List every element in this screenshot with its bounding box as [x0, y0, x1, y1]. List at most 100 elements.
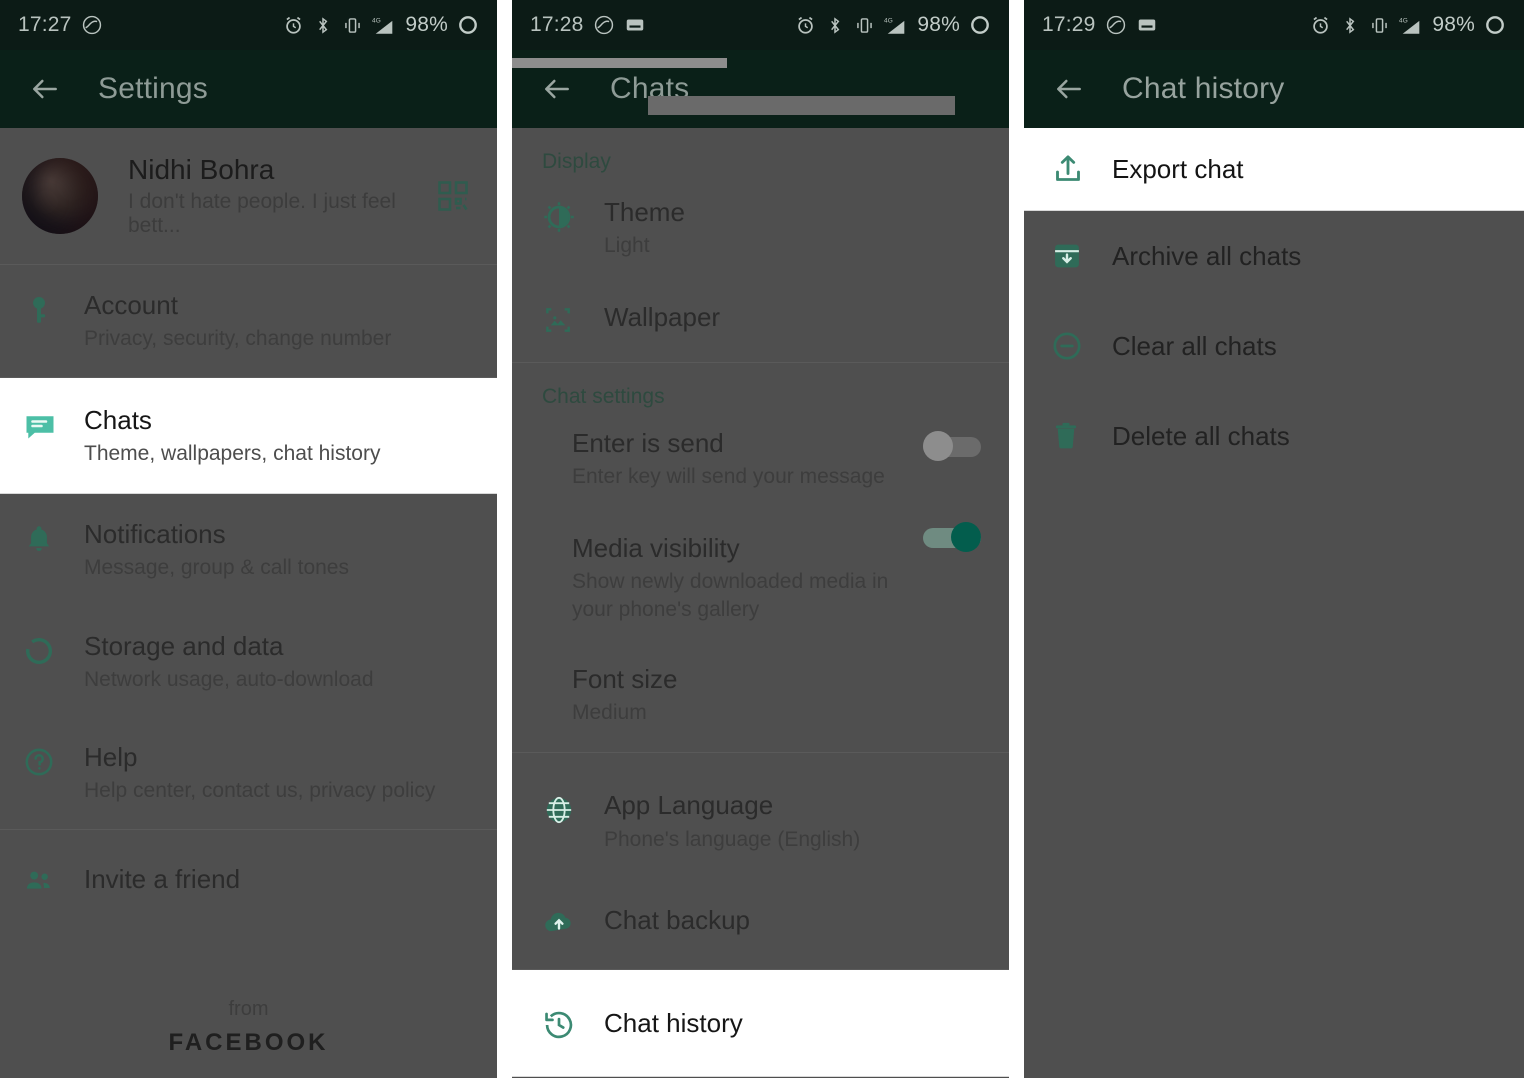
battery-circle-icon [457, 14, 479, 36]
settings-item-invite-a-friend[interactable]: Invite a friend [0, 829, 497, 928]
key-icon [22, 289, 84, 327]
settings-item-notifications[interactable]: Notifications Message, group & call tone… [0, 494, 497, 606]
archive-box-icon [1050, 239, 1112, 273]
svg-text:4G: 4G [372, 17, 381, 24]
menu-item-export-chat[interactable]: Export chat [1024, 128, 1524, 210]
profile-status: I don't hate people. I just feel bett... [128, 190, 396, 237]
section-header-chat-settings: Chat settings [512, 362, 1009, 417]
toggle-knob [923, 430, 953, 461]
menu-item-delete-all-chats[interactable]: Delete all chats [1024, 391, 1524, 481]
settings-item-sub: Help center, contact us, privacy policy [84, 779, 436, 803]
settings-item-title: Help [84, 742, 138, 773]
signal-4g-icon: 4G [884, 15, 908, 36]
bluetooth-icon [313, 15, 333, 36]
settings-item-sub: Theme, wallpapers, chat history [84, 441, 381, 465]
qr-code-icon[interactable] [431, 174, 475, 218]
chats-item-chat-history[interactable]: Chat history [512, 969, 1009, 1076]
menu-item-label: Delete all chats [1112, 420, 1290, 451]
status-bar-right: 4G 98% [283, 13, 479, 37]
wallpaper-image-icon [542, 300, 604, 336]
status-bar-right: 4G 98% [795, 13, 991, 37]
back-arrow-icon[interactable] [534, 66, 580, 112]
vibrate-icon [854, 15, 875, 36]
bell-icon [22, 518, 84, 556]
chats-item-media-visibility[interactable]: Media visibility Show newly downloaded m… [512, 508, 1009, 641]
panel-gap [1009, 0, 1024, 1078]
signal-4g-icon: 4G [1399, 15, 1423, 36]
menu-item-label: Archive all chats [1112, 240, 1302, 271]
footer-brand-label: FACEBOOK [168, 1028, 329, 1056]
chat-history-menu: Export chat Archive all chats Clear all … [1024, 128, 1524, 1078]
three-panel-screenshot: 17:27 4G 98% Settings Nidhi Bohra I don'… [0, 0, 1524, 1078]
trash-icon [1050, 420, 1112, 452]
battery-circle-icon [969, 14, 991, 36]
battery-percent: 98% [405, 13, 448, 36]
bluetooth-icon [1340, 15, 1360, 36]
vibrate-icon [1369, 15, 1390, 36]
minus-circle-icon [1050, 329, 1112, 363]
chat-bubble-icon [22, 404, 84, 444]
profile-row[interactable]: Nidhi Bohra I don't hate people. I just … [0, 128, 497, 264]
chats-item-title: Font size [572, 663, 678, 694]
settings-item-account[interactable]: Account Privacy, security, change number [0, 265, 497, 377]
chats-item-sub: Phone's language (English) [604, 827, 861, 851]
avatar[interactable] [22, 158, 98, 234]
chats-item-sub: Light [604, 234, 650, 258]
menu-item-clear-all-chats[interactable]: Clear all chats [1024, 301, 1524, 391]
settings-item-title: Chats [84, 404, 152, 435]
chats-item-title: Chat history [604, 1007, 743, 1038]
chats-item-title: Media visibility [572, 533, 740, 564]
cloud-upload-icon [542, 901, 604, 939]
page-title: Chat history [1122, 72, 1285, 105]
vibrate-icon [342, 15, 363, 36]
chats-item-enter-is-send[interactable]: Enter is send Enter key will send your m… [512, 416, 1009, 509]
settings-item-sub: Message, group & call tones [84, 556, 349, 580]
settings-item-sub: Network usage, auto-download [84, 667, 374, 691]
svg-text:4G: 4G [1399, 17, 1408, 24]
alarm-icon [283, 15, 304, 36]
chats-item-chat-backup[interactable]: Chat backup [512, 874, 1009, 969]
chats-item-app-language[interactable]: App Language Phone's language (English) [512, 753, 1009, 875]
chats-item-font-size[interactable]: Font size Medium [512, 640, 1009, 753]
toggle-enter-is-send[interactable] [923, 430, 983, 461]
screenshot-icon [624, 14, 646, 36]
chats-item-wallpaper[interactable]: Wallpaper [512, 279, 1009, 362]
settings-item-storage-and-data[interactable]: Storage and data Network usage, auto-dow… [0, 605, 497, 718]
menu-item-label: Export chat [1112, 153, 1244, 184]
section-header-display: Display [512, 128, 1009, 182]
screenshot-icon [1136, 14, 1158, 36]
alarm-icon [795, 15, 816, 36]
status-bar-left: 17:29 [1042, 13, 1158, 37]
menu-item-archive-all-chats[interactable]: Archive all chats [1024, 211, 1524, 301]
people-icon [22, 860, 84, 898]
cloud-sync-icon [1105, 14, 1127, 36]
scroll-indicator-bar [512, 58, 727, 68]
svg-text:4G: 4G [884, 17, 893, 24]
chats-item-sub: Show newly downloaded media in your phon… [572, 570, 889, 621]
settings-item-chats[interactable]: Chats Theme, wallpapers, chat history [0, 377, 497, 494]
footer-from-label: from [228, 997, 269, 1020]
globe-icon [542, 789, 604, 827]
settings-item-title: Notifications [84, 519, 226, 550]
storage-ring-icon [22, 630, 84, 668]
signal-4g-icon: 4G [372, 15, 396, 36]
footer-brand: from FACEBOOK [0, 998, 497, 1057]
chats-item-sub: Medium [572, 701, 647, 725]
battery-circle-icon [1484, 14, 1506, 36]
alarm-icon [1310, 15, 1331, 36]
back-arrow-icon[interactable] [22, 66, 68, 112]
back-arrow-icon[interactable] [1046, 66, 1092, 112]
toggle-media-visibility[interactable] [923, 522, 983, 553]
settings-item-help[interactable]: Help Help center, contact us, privacy po… [0, 717, 497, 829]
history-clock-icon [542, 1004, 604, 1042]
cloud-sync-icon [81, 14, 103, 36]
cloud-sync-icon [593, 14, 615, 36]
settings-item-sub: Privacy, security, change number [84, 327, 392, 351]
chats-settings-list: Display Theme Light Wallpaper Chat setti… [512, 128, 1009, 1078]
status-bar: 17:28 4G 98% [512, 0, 1009, 50]
export-upload-icon [1050, 151, 1112, 187]
redaction-bar [648, 96, 955, 115]
chats-item-theme[interactable]: Theme Light [512, 182, 1009, 280]
status-time: 17:29 [1042, 13, 1096, 36]
settings-item-title: Invite a friend [84, 863, 241, 894]
